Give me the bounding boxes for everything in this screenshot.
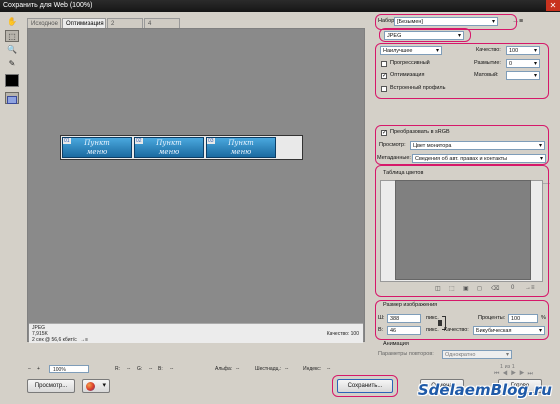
menu-slice[interactable]: 03 Пункт меню xyxy=(206,137,276,158)
animation-controls: ⏮◀▶▶⏭ xyxy=(494,371,550,379)
readout-hex-value: -- xyxy=(285,366,289,372)
readout-g-value: -- xyxy=(149,366,153,372)
tab-original[interactable]: Исходное xyxy=(27,18,61,28)
readout-alpha-value: -- xyxy=(236,366,240,372)
window-title: Сохранить для Web (100%) xyxy=(0,0,560,12)
zoom-select[interactable]: 100% xyxy=(49,365,89,373)
readout-r-value: -- xyxy=(127,366,131,372)
readout-index-value: -- xyxy=(327,366,331,372)
info-time: 2 сек @ 56,6 кбит/с xyxy=(32,337,77,343)
color-settings-highlight xyxy=(375,125,549,165)
slice-number: 01 xyxy=(63,138,71,144)
slice-text-line2: меню xyxy=(230,148,252,156)
slice-text-line1: Пункт xyxy=(156,139,182,147)
quality-settings-highlight xyxy=(375,43,549,99)
readout-alpha-label: Альфа: xyxy=(215,366,233,372)
zoom-icon[interactable]: 🔍 xyxy=(5,44,19,56)
eyedropper-icon[interactable]: ✎ xyxy=(5,58,19,70)
browser-select[interactable]: ▾ xyxy=(82,379,110,393)
slice-select-icon[interactable]: ⬚ xyxy=(5,30,19,42)
slice-text-line1: Пункт xyxy=(228,139,254,147)
readout-hex-label: Шестнадц.: xyxy=(255,366,282,372)
image-size-highlight xyxy=(375,300,549,340)
preview-canvas[interactable] xyxy=(29,30,363,324)
slice-number: 03 xyxy=(207,138,215,144)
slice-text-line1: Пункт xyxy=(84,139,110,147)
hand-icon[interactable]: ✋ xyxy=(5,16,19,28)
slice-text-line2: меню xyxy=(158,148,180,156)
chevron-down-icon: ▾ xyxy=(102,382,106,389)
readout-b-label: B: xyxy=(158,366,163,372)
frame-counter: 1 из 1 xyxy=(500,364,515,370)
animation-title: Анимация xyxy=(383,341,409,347)
status-bar: – + 100% R: -- G: -- B: -- Альфа: -- Шес… xyxy=(27,365,367,374)
color-table-highlight xyxy=(375,165,549,297)
readout-index-label: Индекс: xyxy=(303,366,322,372)
slice-text-line2: меню xyxy=(86,148,108,156)
tab-4-up[interactable]: 4 варианта xyxy=(144,18,180,37)
readout-g-label: G: xyxy=(137,366,143,372)
last-frame-icon[interactable]: ⏭ xyxy=(527,371,535,377)
format-highlight xyxy=(379,28,471,42)
preview-button[interactable]: Просмотр... xyxy=(27,379,75,393)
eyedropper-color-swatch[interactable] xyxy=(5,74,19,87)
watermark-text: SdelaemBlog.ru xyxy=(417,381,552,399)
tab-2-up[interactable]: 2 варианта xyxy=(107,18,143,37)
zoom-in-button[interactable]: + xyxy=(37,365,40,374)
info-time-row: 2 сек @ 56,6 кбит/с →≡ xyxy=(32,337,88,343)
toggle-slices-icon[interactable] xyxy=(5,92,19,104)
loop-label: Параметры повторов: xyxy=(378,351,434,357)
info-menu-icon[interactable]: →≡ xyxy=(80,337,88,343)
slice-number: 02 xyxy=(135,138,143,144)
browser-icon xyxy=(86,382,95,391)
info-quality: Качество: 100 xyxy=(326,331,359,337)
menu-slice[interactable]: 02 Пункт меню xyxy=(134,137,204,158)
image-preview: 01 Пункт меню 02 Пункт меню 03 Пункт мен… xyxy=(60,135,303,160)
readout-r-label: R: xyxy=(115,366,120,372)
menu-slice[interactable]: 01 Пункт меню xyxy=(62,137,132,158)
prev-frame-icon[interactable]: ◀ xyxy=(502,371,510,377)
play-icon[interactable]: ▶ xyxy=(511,371,519,377)
loop-select[interactable]: Однократно xyxy=(442,350,512,359)
zoom-out-button[interactable]: – xyxy=(28,365,31,374)
optimization-info: JPEG 7,915K 2 сек @ 56,6 кбит/с →≡ Качес… xyxy=(29,323,363,343)
readout-b-value: -- xyxy=(170,366,174,372)
close-icon[interactable]: ✕ xyxy=(546,0,560,11)
toolbox: ✋ ⬚ 🔍 ✎ xyxy=(3,14,21,106)
